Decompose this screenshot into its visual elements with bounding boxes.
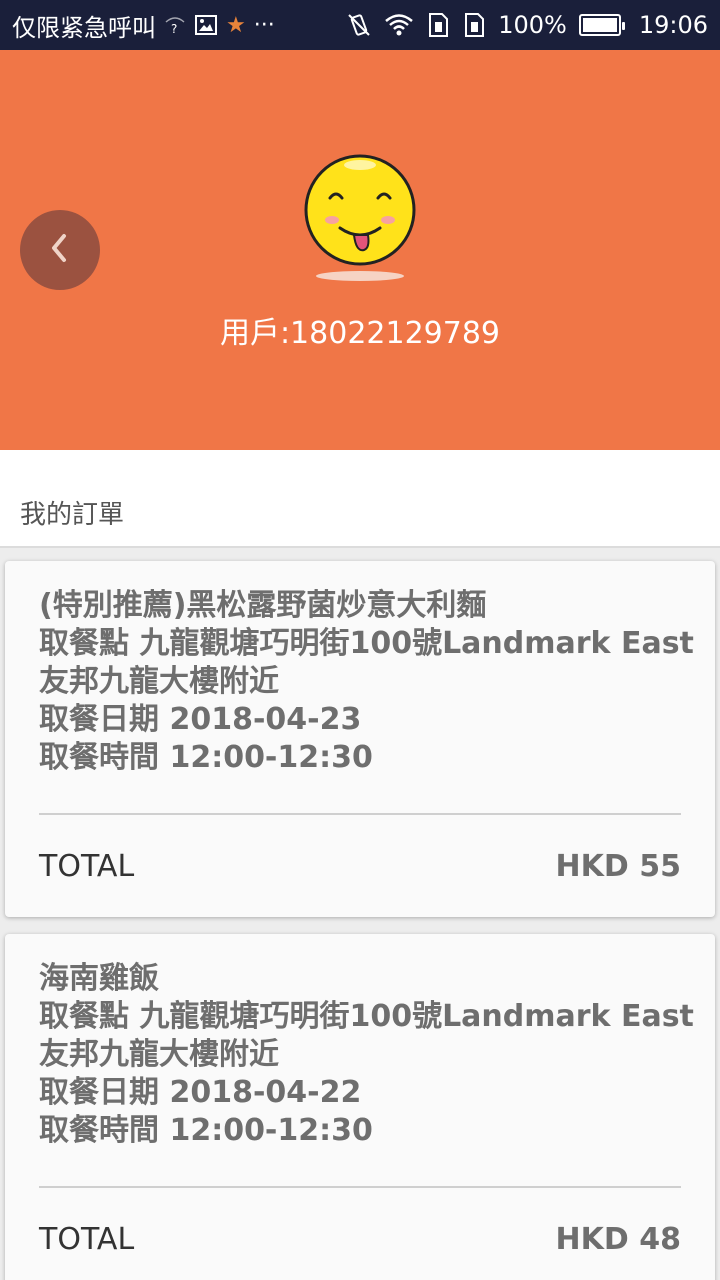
sim-card-1-icon bbox=[426, 11, 450, 39]
status-bar: 仅限紧急呼叫 ? ★ ··· 100% 19:06 bbox=[0, 0, 720, 50]
order-pickup-date: 取餐日期 2018-04-22 bbox=[39, 1075, 362, 1110]
order-card[interactable]: 海南雞飯 取餐點 九龍觀塘巧明街100號Landmark East 友邦九龍大樓… bbox=[5, 934, 715, 1280]
wifi-icon bbox=[384, 11, 414, 39]
order-pickup-date: 取餐日期 2018-04-23 bbox=[39, 702, 362, 737]
carrier-text: 仅限紧急呼叫 bbox=[12, 13, 156, 42]
order-pickup-location-line2: 友邦九龍大樓附近 bbox=[39, 1037, 279, 1072]
order-total-row: TOTAL HKD 55 bbox=[5, 815, 715, 917]
profile-header: 用戶:18022129789 bbox=[0, 50, 720, 450]
order-pickup-location: 取餐點 九龍觀塘巧明街100號Landmark East bbox=[39, 999, 694, 1034]
total-label: TOTAL bbox=[39, 1221, 135, 1257]
section-title: 我的訂單 bbox=[20, 500, 125, 530]
image-icon bbox=[194, 11, 218, 39]
smiley-face-icon bbox=[300, 150, 420, 286]
star-icon: ★ bbox=[226, 12, 246, 38]
battery-icon bbox=[578, 14, 625, 36]
order-pickup-location: 取餐點 九龍觀塘巧明街100號Landmark East bbox=[39, 626, 694, 661]
vibrate-icon bbox=[346, 11, 372, 39]
battery-percent: 100% bbox=[498, 11, 567, 39]
order-item-name: (特別推薦)黑松露野菌炒意大利麵 bbox=[39, 588, 487, 623]
order-pickup-time: 取餐時間 12:00-12:30 bbox=[39, 740, 373, 775]
svg-text:?: ? bbox=[171, 22, 177, 36]
back-button[interactable] bbox=[20, 210, 100, 290]
order-pickup-location-line2: 友邦九龍大樓附近 bbox=[39, 664, 279, 699]
order-card[interactable]: (特別推薦)黑松露野菌炒意大利麵 取餐點 九龍觀塘巧明街100號Landmark… bbox=[5, 561, 715, 917]
chevron-left-icon bbox=[45, 231, 75, 269]
more-icon: ··· bbox=[253, 12, 275, 38]
total-value: HKD 55 bbox=[555, 848, 681, 884]
order-item-name: 海南雞飯 bbox=[39, 961, 159, 996]
order-pickup-time: 取餐時間 12:00-12:30 bbox=[39, 1113, 373, 1148]
orders-section-header: 我的訂單 bbox=[0, 450, 720, 548]
user-phone-label: 用戶:18022129789 bbox=[219, 316, 501, 351]
signal-unknown-icon: ? bbox=[164, 11, 186, 39]
total-value: HKD 48 bbox=[555, 1221, 681, 1257]
total-label: TOTAL bbox=[39, 848, 135, 884]
order-total-row: TOTAL HKD 48 bbox=[5, 1188, 715, 1280]
clock: 19:06 bbox=[638, 11, 708, 39]
sim-card-2-icon bbox=[462, 11, 486, 39]
